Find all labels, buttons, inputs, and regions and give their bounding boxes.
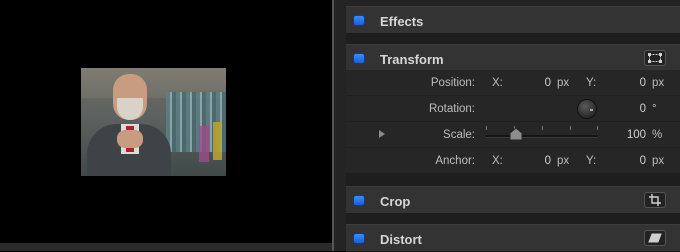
position-label: Position: <box>430 77 475 89</box>
rotation-label: Rotation: <box>428 103 475 115</box>
distort-section-header[interactable]: Distort <box>346 224 680 252</box>
anchor-y-unit: px <box>652 155 665 167</box>
rotation-unit: ° <box>652 103 657 115</box>
effects-section-header[interactable]: Effects <box>346 6 680 34</box>
anchor-row: Anchor: X: 0 px Y: 0 px <box>346 148 680 174</box>
transform-onscreen-icon <box>648 53 662 63</box>
distort-section-title: Distort <box>380 232 422 247</box>
crop-enable-checkbox[interactable] <box>354 196 364 205</box>
transform-onscreen-button[interactable] <box>644 50 666 66</box>
transform-section-header[interactable]: Transform <box>346 44 680 72</box>
position-y-label: Y: <box>586 77 597 89</box>
scale-unit: % <box>652 129 663 141</box>
anchor-x-unit: px <box>557 155 570 167</box>
anchor-label: Anchor: <box>435 155 475 167</box>
transform-parameters: Position: X: 0 px Y: 0 px Rotation: 0 ° … <box>346 70 680 174</box>
rotation-dial[interactable] <box>577 99 597 119</box>
scale-value[interactable]: 100 <box>596 129 646 141</box>
distort-onscreen-icon <box>648 233 662 243</box>
video-viewer[interactable] <box>0 0 332 251</box>
position-y-value[interactable]: 0 <box>611 77 646 89</box>
scale-label: Scale: <box>443 129 475 141</box>
scale-slider[interactable] <box>486 126 604 144</box>
crop-section-title: Crop <box>380 194 411 209</box>
section-separator <box>346 174 680 186</box>
position-row: Position: X: 0 px Y: 0 px <box>346 70 680 96</box>
distort-enable-checkbox[interactable] <box>354 234 364 243</box>
position-y-unit: px <box>652 77 665 89</box>
scale-slider-thumb[interactable] <box>510 128 522 140</box>
anchor-y-value[interactable]: 0 <box>611 155 646 167</box>
anchor-x-value[interactable]: 0 <box>516 155 551 167</box>
position-x-unit: px <box>557 77 570 89</box>
crop-onscreen-button[interactable] <box>644 192 666 208</box>
crop-section-header[interactable]: Crop <box>346 186 680 214</box>
section-separator <box>346 214 680 224</box>
transform-enable-checkbox[interactable] <box>354 54 364 63</box>
section-separator <box>346 34 680 44</box>
effects-enable-checkbox[interactable] <box>354 16 364 25</box>
scale-disclosure-triangle[interactable] <box>379 130 385 138</box>
crop-onscreen-icon <box>649 194 661 206</box>
anchor-x-label: X: <box>492 155 503 167</box>
viewer-bottom-bar <box>0 243 332 251</box>
scale-row: Scale: 100 % <box>346 122 680 148</box>
anchor-y-label: Y: <box>586 155 597 167</box>
video-frame <box>81 68 226 176</box>
video-inspector: Effects Transform Position: X: 0 px Y: 0… <box>334 0 680 252</box>
rotation-value[interactable]: 0 <box>596 103 646 115</box>
distort-onscreen-button[interactable] <box>644 230 666 246</box>
rotation-row: Rotation: 0 ° <box>346 96 680 122</box>
effects-section-title: Effects <box>380 14 424 29</box>
position-x-label: X: <box>492 77 503 89</box>
transform-section-title: Transform <box>380 52 444 67</box>
position-x-value[interactable]: 0 <box>516 77 551 89</box>
